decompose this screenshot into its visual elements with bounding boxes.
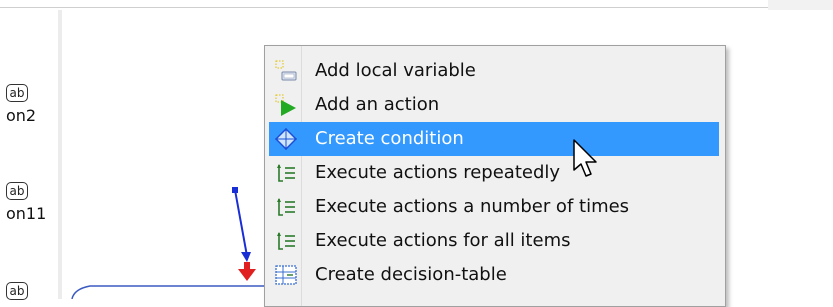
menu-item-add-action[interactable]: Add an action [269,88,719,122]
menu-item-label: Create decision-table [315,264,507,285]
connector-arrowhead [241,252,251,262]
mouse-pointer-icon [573,139,597,177]
diagram-node-outline[interactable] [71,285,264,299]
menu-item-create-decision-table[interactable]: Create decision-table [269,258,719,292]
menu-item-add-local-variable[interactable]: Add local variable [269,54,719,88]
menu-item-label: Execute actions repeatedly [315,162,561,183]
menu-item-create-condition[interactable]: Create condition [269,122,719,156]
menu-item-execute-for-all-items[interactable]: Execute actions for all items [269,224,719,258]
red-arrow-stem [244,262,250,270]
menu-item-label: Execute actions a number of times [315,196,630,217]
connector-line[interactable] [234,189,248,257]
menu-item-label: Execute actions for all items [315,230,571,251]
add-action-icon [275,94,296,116]
menu-item-execute-repeatedly[interactable]: Execute actions repeatedly [269,156,719,190]
context-menu: Add local variable Add an action Create … [264,45,726,307]
loop-icon [277,164,295,182]
create-condition-icon [275,128,297,150]
menu-item-label: Add an action [315,94,440,115]
menu-item-label: Create condition [315,128,464,149]
loop-icon [277,232,295,250]
menu-item-execute-number-of-times[interactable]: Execute actions a number of times [269,190,719,224]
red-arrow-down-icon [238,269,256,281]
decision-table-icon [275,265,297,285]
add-local-variable-icon [275,60,297,81]
menu-item-label: Add local variable [315,60,476,81]
loop-icon [277,198,295,216]
